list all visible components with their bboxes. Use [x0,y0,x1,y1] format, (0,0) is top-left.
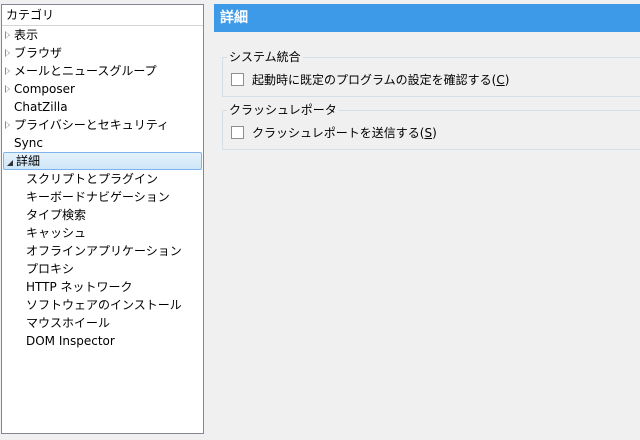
tree-item-dom-inspector[interactable]: DOM Inspector [2,332,203,350]
tree-item-display[interactable]: 表示 [2,26,203,44]
tree-item-label: プロキシ [26,262,75,276]
category-panel: カテゴリ 表示 ブラウザ メールとニュースグループ Composer ChatZ… [1,4,204,434]
group-caption: クラッシュレポータ [227,102,339,118]
tree-item-keyboard-navigation[interactable]: キーボードナビゲーション [2,188,203,206]
group-caption: システム統合 [227,49,303,65]
tree-item-chatzilla[interactable]: ChatZilla [2,98,203,116]
tree-item-mouse-wheel[interactable]: マウスホイール [2,314,203,332]
category-header: カテゴリ [2,5,203,26]
tree-item-label: オフラインアプリケーション [26,244,182,258]
check-default-app-option[interactable]: 起動時に既定のプログラムの設定を確認する(C) [231,72,509,88]
tree-item-proxy[interactable]: プロキシ [2,260,203,278]
tree-item-advanced[interactable]: 詳細 [3,152,202,170]
tree-item-sync[interactable]: Sync [2,134,203,152]
crash-report-checkbox[interactable] [231,126,244,139]
tree-item-label: キャッシュ [26,226,87,240]
expand-triangle-icon[interactable] [5,31,10,39]
tree-item-label: DOM Inspector [26,334,115,348]
tree-item-label: メールとニュースグループ [14,64,157,78]
expand-triangle-icon[interactable] [5,85,10,93]
expand-triangle-icon[interactable] [5,49,10,57]
tree-item-label: ブラウザ [14,46,63,60]
tree-item-cache[interactable]: キャッシュ [2,224,203,242]
pane-title: 詳細 [214,4,640,32]
expand-triangle-icon[interactable] [5,67,10,75]
option-label: 起動時に既定のプログラムの設定を確認する( [252,73,497,87]
collapse-triangle-icon[interactable] [7,160,13,166]
tree-item-label: ソフトウェアのインストール [26,298,182,312]
tree-item-http-network[interactable]: HTTP ネットワーク [2,278,203,296]
tree-item-label: プライバシーとセキュリティ [14,118,170,132]
expand-triangle-icon[interactable] [5,121,10,129]
tree-item-label: キーボードナビゲーション [26,190,170,204]
tree-item-mail-news[interactable]: メールとニュースグループ [2,62,203,80]
tree-item-label: 詳細 [16,154,41,168]
tree-item-composer[interactable]: Composer [2,80,203,98]
crash-reporter-group: クラッシュレポータ クラッシュレポートを送信する(S) [222,102,640,150]
tree-item-label: マウスホイール [26,316,111,330]
tree-item-label: タイプ検索 [26,208,87,222]
tree-item-label: ChatZilla [14,100,68,114]
tree-item-browser[interactable]: ブラウザ [2,44,203,62]
system-integration-group: システム統合 起動時に既定のプログラムの設定を確認する(C) [222,49,640,97]
option-label-close: ) [504,73,510,87]
default-app-checkbox[interactable] [231,73,244,86]
tree-item-find-as-you-type[interactable]: タイプ検索 [2,206,203,224]
tree-item-label: Composer [14,82,75,96]
send-crash-report-option[interactable]: クラッシュレポートを送信する(S) [231,125,437,141]
category-tree: 表示 ブラウザ メールとニュースグループ Composer ChatZilla … [2,26,203,350]
access-key: S [424,126,433,140]
tree-item-label: スクリプトとプラグイン [26,172,159,186]
tree-item-label: 表示 [14,28,39,42]
tree-item-label: Sync [14,136,43,150]
tree-item-label: HTTP ネットワーク [26,280,133,294]
tree-item-privacy-security[interactable]: プライバシーとセキュリティ [2,116,203,134]
option-label-close: ) [432,126,437,140]
option-label: クラッシュレポートを送信する( [252,126,425,140]
tree-item-scripts-plugins[interactable]: スクリプトとプラグイン [2,170,203,188]
access-key: C [496,73,505,87]
tree-item-software-install[interactable]: ソフトウェアのインストール [2,296,203,314]
tree-item-offline-apps[interactable]: オフラインアプリケーション [2,242,203,260]
